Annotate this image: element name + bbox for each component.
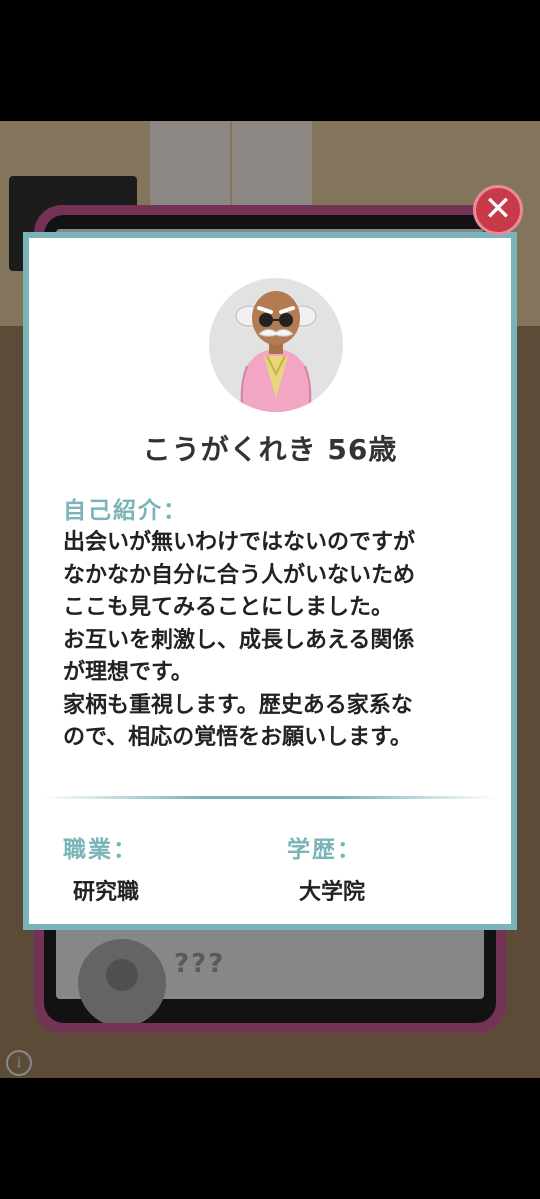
character-portrait xyxy=(235,291,317,412)
divider xyxy=(43,796,497,799)
profile-name-age: こうがくれき 56歳 xyxy=(142,433,398,466)
intro-text: 出会いが無いわけではないのですが なかなか自分に合う人がいないため ここも見てみ… xyxy=(63,530,416,750)
education-label: 学歴： xyxy=(287,837,362,863)
profile-avatar xyxy=(209,278,343,412)
job-value: 研究職 xyxy=(73,880,140,905)
close-button[interactable]: ✕ xyxy=(473,185,523,235)
education-value: 大学院 xyxy=(299,880,366,905)
profile-card-body: こうがくれき 56歳 自己紹介： 出会いが無いわけではないのですが なかなか自分… xyxy=(29,238,511,924)
info-icon[interactable]: i xyxy=(6,1050,32,1076)
close-icon: ✕ xyxy=(483,189,513,229)
profile-card: こうがくれき 56歳 自己紹介： 出会いが無いわけではないのですが なかなか自分… xyxy=(23,232,517,930)
job-label: 職業： xyxy=(63,837,138,863)
intro-label: 自己紹介： xyxy=(63,498,188,524)
